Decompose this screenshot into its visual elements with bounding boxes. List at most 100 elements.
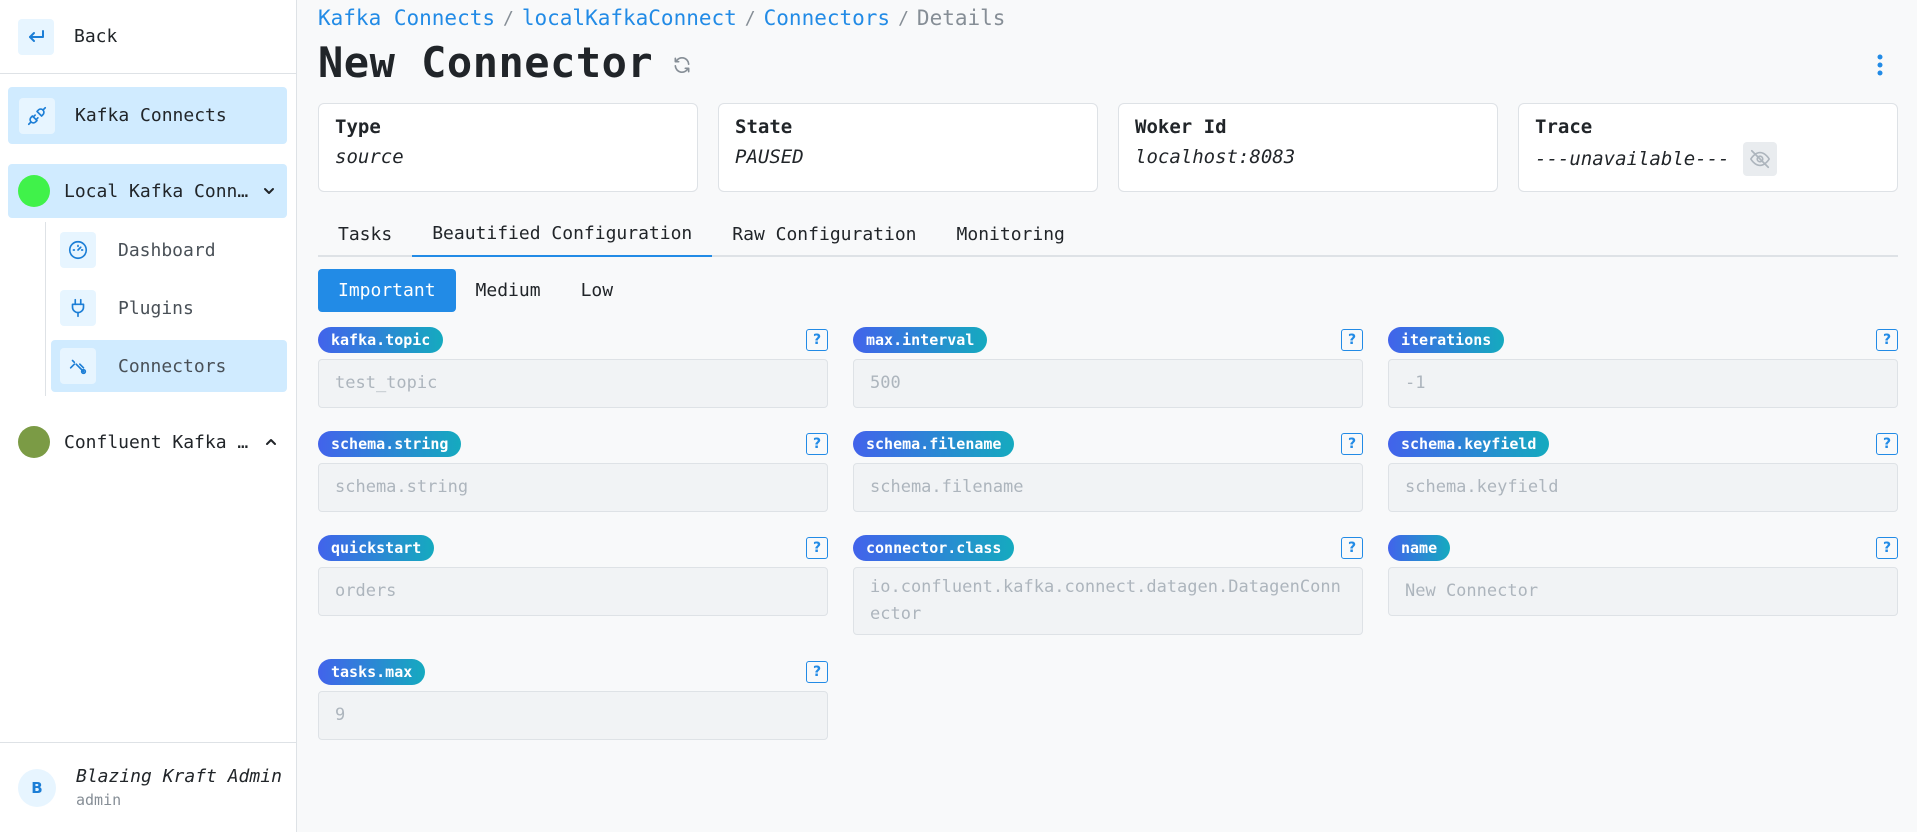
plug-connected-icon bbox=[19, 97, 55, 134]
card-value: localhost:8083 bbox=[1135, 146, 1481, 168]
tab-beautified-configuration[interactable]: Beautified Configuration bbox=[412, 212, 713, 257]
card-label: Type bbox=[335, 116, 381, 138]
sidebar-item-dashboard[interactable]: Dashboard bbox=[51, 224, 287, 276]
importance-segmented-control: Important Medium Low bbox=[318, 269, 633, 312]
card-label: State bbox=[735, 116, 793, 138]
config-value-input[interactable]: -1 bbox=[1388, 359, 1898, 408]
sidebar-cluster-local[interactable]: Local Kafka Connect bbox=[8, 164, 287, 218]
state-value: PAUSED bbox=[735, 146, 804, 168]
cluster-color-dot bbox=[18, 426, 50, 458]
sidebar-item-connectors[interactable]: Connectors bbox=[51, 340, 287, 392]
config-value-input[interactable]: orders bbox=[318, 567, 828, 616]
importance-medium-button[interactable]: Medium bbox=[456, 269, 561, 312]
breadcrumb-separator: / bbox=[503, 7, 514, 29]
sidebar-item-plugins[interactable]: Plugins bbox=[51, 282, 287, 334]
config-key-badge: quickstart bbox=[318, 535, 435, 561]
gauge-icon bbox=[60, 232, 96, 268]
breadcrumb-local-kafka-connect[interactable]: localKafkaConnect bbox=[522, 6, 737, 30]
tab-raw-configuration[interactable]: Raw Configuration bbox=[712, 212, 936, 257]
config-key-badge: max.interval bbox=[853, 327, 988, 353]
submenu-guide-line bbox=[45, 222, 46, 396]
config-value-input[interactable]: test_topic bbox=[318, 359, 828, 408]
sidebar: Back Kafka Connects Local Kafka Connect … bbox=[0, 0, 297, 832]
trace-card: Trace ---unavailable--- bbox=[1518, 103, 1898, 192]
sidebar-cluster-confluent[interactable]: Confluent Kafka Connect bbox=[8, 415, 287, 469]
help-icon[interactable]: ? bbox=[1876, 433, 1898, 455]
help-icon[interactable]: ? bbox=[806, 661, 828, 683]
chevron-up-icon[interactable] bbox=[262, 433, 280, 451]
breadcrumb-separator: / bbox=[898, 7, 909, 29]
help-icon[interactable]: ? bbox=[1341, 433, 1363, 455]
avatar: B bbox=[18, 768, 56, 807]
worker-id-value: localhost:8083 bbox=[1135, 146, 1296, 168]
help-icon[interactable]: ? bbox=[806, 329, 828, 351]
breadcrumb-connectors[interactable]: Connectors bbox=[764, 6, 890, 30]
config-field: schema.filename? schema.filename bbox=[853, 431, 1363, 512]
config-field: connector.class? io.confluent.kafka.conn… bbox=[853, 535, 1363, 635]
worker-id-card: Woker Id localhost:8083 bbox=[1118, 103, 1498, 192]
config-field: name? New Connector bbox=[1388, 535, 1898, 616]
chevron-down-icon[interactable] bbox=[260, 182, 278, 200]
plug-icon bbox=[60, 290, 96, 326]
config-value-input[interactable]: schema.filename bbox=[853, 463, 1363, 512]
config-field: iterations? -1 bbox=[1388, 327, 1898, 408]
state-card: State PAUSED bbox=[718, 103, 1098, 192]
back-button[interactable]: Back bbox=[0, 0, 296, 74]
config-key-badge: kafka.topic bbox=[318, 327, 444, 353]
importance-important-button[interactable]: Important bbox=[318, 269, 456, 312]
sidebar-item-kafka-connects[interactable]: Kafka Connects bbox=[8, 87, 287, 144]
config-field: kafka.topic? test_topic bbox=[318, 327, 828, 408]
card-label: Woker Id bbox=[1135, 116, 1227, 138]
config-value-input[interactable]: schema.string bbox=[318, 463, 828, 512]
config-key-badge: connector.class bbox=[853, 535, 1015, 561]
config-field: quickstart? orders bbox=[318, 535, 828, 616]
config-key-badge: name bbox=[1388, 535, 1451, 561]
user-name: Blazing Kraft Admin bbox=[76, 766, 282, 787]
breadcrumb-current: Details bbox=[916, 6, 1006, 30]
user-profile[interactable]: B Blazing Kraft Admin admin bbox=[0, 742, 296, 832]
tab-bar: Tasks Beautified Configuration Raw Confi… bbox=[318, 212, 1898, 257]
help-icon[interactable]: ? bbox=[1876, 329, 1898, 351]
config-value-input[interactable]: 500 bbox=[853, 359, 1363, 408]
config-key-badge: tasks.max bbox=[318, 659, 426, 685]
sidebar-item-label: Kafka Connects bbox=[75, 105, 227, 126]
sidebar-item-label: Connectors bbox=[118, 355, 227, 377]
config-value-textarea[interactable]: io.confluent.kafka.connect.datagen.Datag… bbox=[853, 567, 1363, 635]
config-field: schema.string? schema.string bbox=[318, 431, 828, 512]
card-label: Trace bbox=[1535, 116, 1593, 138]
help-icon[interactable]: ? bbox=[1341, 329, 1363, 351]
config-value-input[interactable]: 9 bbox=[318, 691, 828, 740]
trace-value: ---unavailable--- bbox=[1535, 148, 1730, 170]
config-key-badge: iterations bbox=[1388, 327, 1505, 353]
breadcrumb-kafka-connects[interactable]: Kafka Connects bbox=[318, 6, 495, 30]
breadcrumb-separator: / bbox=[744, 7, 756, 29]
help-icon[interactable]: ? bbox=[1876, 537, 1898, 559]
back-label: Back bbox=[74, 26, 118, 47]
card-value: source bbox=[335, 146, 681, 168]
help-icon[interactable]: ? bbox=[806, 537, 828, 559]
eye-off-icon[interactable] bbox=[1743, 142, 1778, 176]
help-icon[interactable]: ? bbox=[806, 433, 828, 455]
arrow-back-icon bbox=[18, 18, 54, 55]
cluster-label: Local Kafka Connect bbox=[64, 180, 252, 202]
config-field: tasks.max? 9 bbox=[318, 659, 828, 740]
tab-tasks[interactable]: Tasks bbox=[318, 212, 412, 257]
page-title: New Connector bbox=[318, 38, 654, 87]
config-key-badge: schema.keyfield bbox=[1388, 431, 1550, 457]
config-value-input[interactable]: New Connector bbox=[1388, 567, 1898, 616]
breadcrumb: Kafka Connects / localKafkaConnect / Con… bbox=[318, 6, 1005, 30]
config-value-input[interactable]: schema.keyfield bbox=[1388, 463, 1898, 512]
importance-low-button[interactable]: Low bbox=[561, 269, 634, 312]
user-role: admin bbox=[76, 791, 122, 809]
sidebar-item-label: Dashboard bbox=[118, 239, 216, 261]
card-value: ---unavailable--- bbox=[1535, 142, 1881, 176]
sidebar-item-label: Plugins bbox=[118, 297, 194, 319]
more-options-icon[interactable] bbox=[1868, 52, 1892, 78]
config-key-badge: schema.filename bbox=[853, 431, 1015, 457]
cluster-color-dot bbox=[18, 175, 50, 207]
tab-monitoring[interactable]: Monitoring bbox=[937, 212, 1085, 257]
config-field: max.interval? 500 bbox=[853, 327, 1363, 408]
cluster-label: Confluent Kafka Connect bbox=[64, 431, 254, 453]
refresh-icon[interactable] bbox=[670, 53, 694, 77]
help-icon[interactable]: ? bbox=[1341, 537, 1363, 559]
